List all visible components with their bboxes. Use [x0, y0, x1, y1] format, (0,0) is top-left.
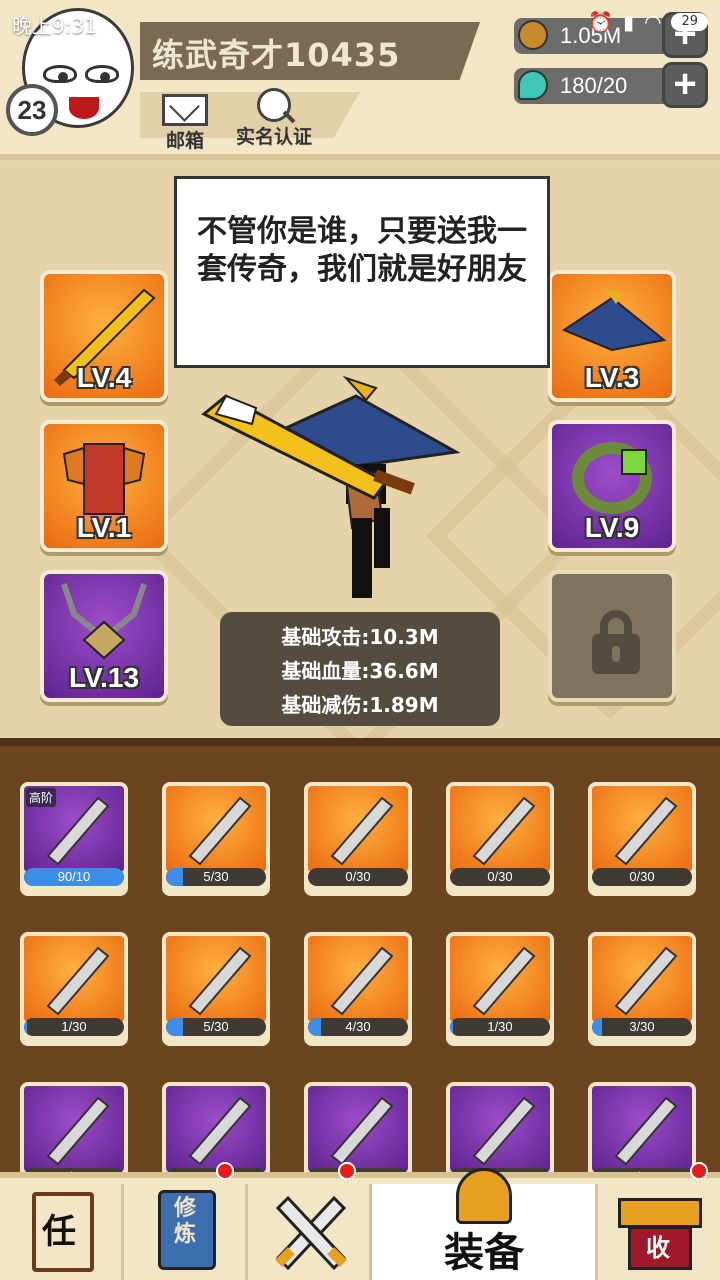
item-tier-tag: 高阶 — [26, 788, 57, 807]
inventory-item[interactable]: 4/30 — [304, 932, 412, 1046]
npc-speech-bubble: 不管你是谁，只要送我一套传奇，我们就是好朋友 — [174, 176, 550, 368]
verify-label: 实名认证 — [235, 126, 312, 148]
system-status-bar: 晚上9:31 ⏰ ▮ ◠ 29 — [0, 0, 720, 44]
equipment-inventory-grid[interactable]: 高阶 90/10 5/30 0/30 0/30 0/30 1/30 5/30 4/30 1/30 3… — [0, 738, 720, 1196]
equip-slot-necklace[interactable]: LV.13 — [40, 570, 168, 702]
item-count: 4/30 — [345, 1019, 371, 1034]
staff-icon — [592, 786, 692, 872]
envelope-icon — [162, 94, 208, 126]
sword-icon — [166, 786, 266, 872]
broken-sword-icon — [166, 936, 266, 1022]
player-level-badge: 23 — [6, 84, 58, 136]
pavilion-roof-icon — [618, 1198, 702, 1228]
stat-reduction: 基础减伤:1.89M — [281, 693, 439, 717]
equip-slot-hat[interactable]: LV.3 — [548, 270, 676, 402]
real-name-verify-button[interactable]: 实名认证 — [224, 88, 324, 150]
avatar-eye-right — [85, 65, 119, 83]
necklace-level: LV.13 — [68, 662, 140, 693]
item-count: 5/30 — [203, 869, 229, 884]
nav-battle[interactable] — [248, 1184, 372, 1280]
gem-counter: 180/20 + — [514, 62, 708, 108]
item-count: 5/30 — [203, 1019, 229, 1034]
inventory-item[interactable]: 0/30 — [446, 782, 554, 896]
inventory-item[interactable]: 0/30 — [588, 782, 696, 896]
spear-icon — [450, 786, 550, 872]
equip-slot-locked[interactable] — [548, 570, 676, 702]
item-count: 3/30 — [629, 1019, 655, 1034]
gem-value: 180/20 — [560, 73, 628, 98]
nav-equipment[interactable]: 装备 — [372, 1168, 598, 1280]
crossed-swords-icon — [275, 1195, 347, 1271]
mailbox-label: 邮箱 — [165, 130, 204, 152]
item-count: 0/30 — [629, 869, 655, 884]
inventory-item[interactable]: 0/30 — [304, 782, 412, 896]
inventory-item[interactable]: 5/30 — [162, 782, 270, 896]
item-count: 1/30 — [61, 1019, 87, 1034]
nav-collect[interactable]: 收 — [598, 1184, 720, 1280]
nav-quest-label: 任 — [42, 1212, 76, 1252]
gauntlet-icon — [24, 1086, 124, 1172]
mace-icon — [24, 936, 124, 1022]
nav-quest[interactable]: 任 — [0, 1184, 124, 1280]
notification-dot — [338, 1162, 356, 1180]
hat-level: LV.3 — [584, 362, 640, 393]
inventory-item[interactable]: 1/30 — [446, 932, 554, 1046]
ring-level: LV.9 — [584, 512, 640, 543]
armor-icon — [450, 936, 550, 1022]
battery-icon: 29 — [671, 13, 708, 31]
armor-level: LV.1 — [76, 512, 132, 543]
inventory-item[interactable]: 5/30 — [162, 932, 270, 1046]
add-gem-button[interactable]: + — [662, 62, 708, 108]
alarm-icon: ⏰ — [588, 10, 613, 34]
base-stats-panel: 基础攻击:10.3M 基础血量:36.6M 基础减伤:1.89M — [220, 612, 500, 726]
avatar-eye-left — [43, 65, 77, 83]
notification-dot — [216, 1162, 234, 1180]
item-count: 0/30 — [345, 869, 371, 884]
hero-character[interactable] — [196, 368, 466, 608]
hat-icon — [308, 936, 408, 1022]
stat-attack: 基础攻击:10.3M — [281, 625, 439, 649]
magnifier-icon — [257, 88, 291, 122]
item-count: 0/30 — [487, 869, 513, 884]
nav-cultivate[interactable]: 修炼 — [124, 1184, 248, 1280]
nav-cultivate-label: 修炼 — [174, 1196, 197, 1247]
inventory-item[interactable]: 高阶 90/10 — [20, 782, 128, 896]
nav-collect-label: 收 — [646, 1234, 670, 1262]
weapon-level: LV.4 — [76, 362, 132, 393]
sword-icon — [166, 1086, 266, 1172]
armor-icon — [592, 936, 692, 1022]
notification-dot — [690, 1162, 708, 1180]
blade-icon — [308, 1086, 408, 1172]
clock: 晚上9:31 — [12, 14, 97, 38]
inventory-item[interactable]: 1/30 — [20, 932, 128, 1046]
nav-equipment-label: 装备 — [444, 1230, 524, 1276]
hat-icon — [450, 1086, 550, 1172]
equip-slot-armor[interactable]: LV.1 — [40, 420, 168, 552]
equip-slot-weapon[interactable]: LV.4 — [40, 270, 168, 402]
bottom-navigation: 任 修炼 装备 收 — [0, 1168, 720, 1280]
backpack-icon — [592, 1086, 692, 1172]
mailbox-button[interactable]: 邮箱 — [158, 92, 212, 152]
signal-icon: ▮ — [622, 10, 634, 34]
inventory-item[interactable]: 3/30 — [588, 932, 696, 1046]
helmet-icon — [456, 1168, 512, 1224]
avatar-mouth — [69, 97, 99, 119]
item-count: 1/30 — [487, 1019, 513, 1034]
sword-icon — [308, 786, 408, 872]
equip-slot-ring[interactable]: LV.9 — [548, 420, 676, 552]
stat-hp: 基础血量:36.6M — [281, 659, 439, 683]
wifi-icon: ◠ — [644, 10, 662, 34]
item-count: 90/10 — [57, 869, 91, 884]
gem-icon — [518, 70, 548, 100]
